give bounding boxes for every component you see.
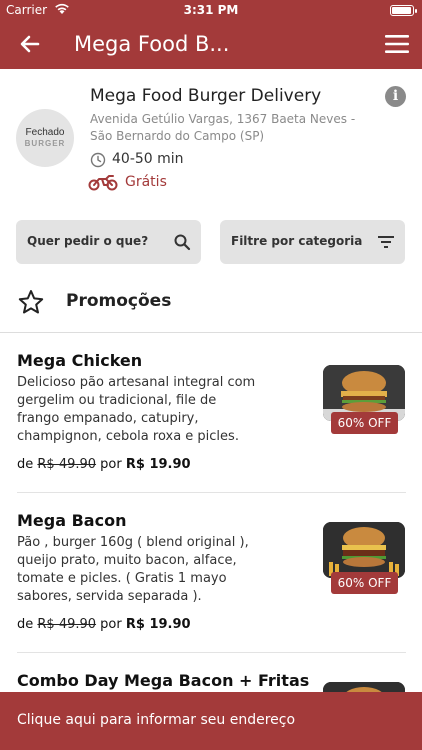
divider [17, 652, 406, 653]
address-prompt-label: Clique aqui para informar seu endereço [17, 712, 296, 728]
status-time: 3:31 PM [183, 3, 239, 17]
arrow-left-icon[interactable] [16, 30, 44, 58]
status-bar: Carrier 3:31 PM [0, 0, 422, 20]
old-price: R$ 49.90 [37, 457, 97, 472]
hamburger-menu-icon[interactable] [384, 32, 410, 56]
search-placeholder: Quer pedir o que? [27, 234, 149, 248]
price-separator: por [96, 617, 126, 632]
logo-word: BURGER [24, 139, 66, 148]
restaurant-logo: Fechado BURGER [16, 109, 74, 167]
product-price: de R$ 49.90 por R$ 19.90 [17, 457, 191, 472]
product-name: Mega Chicken [17, 351, 143, 370]
product-description: Pão , burger 160g ( blend original ), qu… [17, 535, 249, 604]
section-header: Promoções [0, 283, 422, 333]
star-icon [18, 290, 44, 314]
logo-closed-label: Fechado [25, 127, 65, 138]
address-prompt-button[interactable]: Clique aqui para informar seu endereço [0, 692, 422, 750]
product-description: Delicioso pão artesanal integral com ger… [17, 375, 256, 444]
price-separator: por [96, 457, 126, 472]
price-prefix: de [17, 457, 38, 472]
restaurant-name: Mega Food Burger Delivery [90, 86, 322, 106]
category-filter-button[interactable]: Filtre por categoria [220, 220, 405, 264]
product-image [323, 682, 405, 692]
delivery-fee: Grátis [125, 174, 167, 190]
divider [17, 492, 406, 493]
section-title: Promoções [66, 291, 172, 311]
page-title: Mega Food B... [74, 32, 230, 56]
product-item[interactable]: Mega Chicken Delicioso pão artesanal int… [0, 351, 422, 494]
motorcycle-icon [88, 175, 118, 191]
nav-bar: Mega Food B... [0, 20, 422, 69]
delivery-time: 40-50 min [112, 151, 184, 167]
info-icon[interactable]: i [385, 86, 406, 107]
discount-badge: 60% OFF [331, 572, 398, 594]
battery-icon [390, 5, 417, 16]
new-price: R$ 19.90 [125, 457, 191, 472]
product-item[interactable]: Combo Day Mega Bacon + Fritas [0, 671, 422, 692]
product-price: de R$ 49.90 por R$ 19.90 [17, 617, 191, 632]
clock-icon [90, 152, 106, 168]
price-prefix: de [17, 617, 38, 632]
category-filter-label: Filtre por categoria [231, 234, 363, 248]
new-price: R$ 19.90 [125, 617, 191, 632]
product-name: Combo Day Mega Bacon + Fritas [17, 671, 310, 690]
restaurant-info: Fechado BURGER Mega Food Burger Delivery… [0, 69, 422, 209]
search-icon [174, 234, 191, 251]
filter-icon [378, 236, 394, 248]
search-input[interactable]: Quer pedir o que? [16, 220, 201, 264]
restaurant-address: Avenida Getúlio Vargas, 1367 Baeta Neves… [90, 112, 356, 143]
product-name: Mega Bacon [17, 511, 127, 530]
old-price: R$ 49.90 [37, 617, 97, 632]
discount-badge: 60% OFF [331, 412, 398, 434]
product-item[interactable]: Mega Bacon Pão , burger 160g ( blend ori… [0, 511, 422, 654]
product-image [323, 522, 405, 578]
